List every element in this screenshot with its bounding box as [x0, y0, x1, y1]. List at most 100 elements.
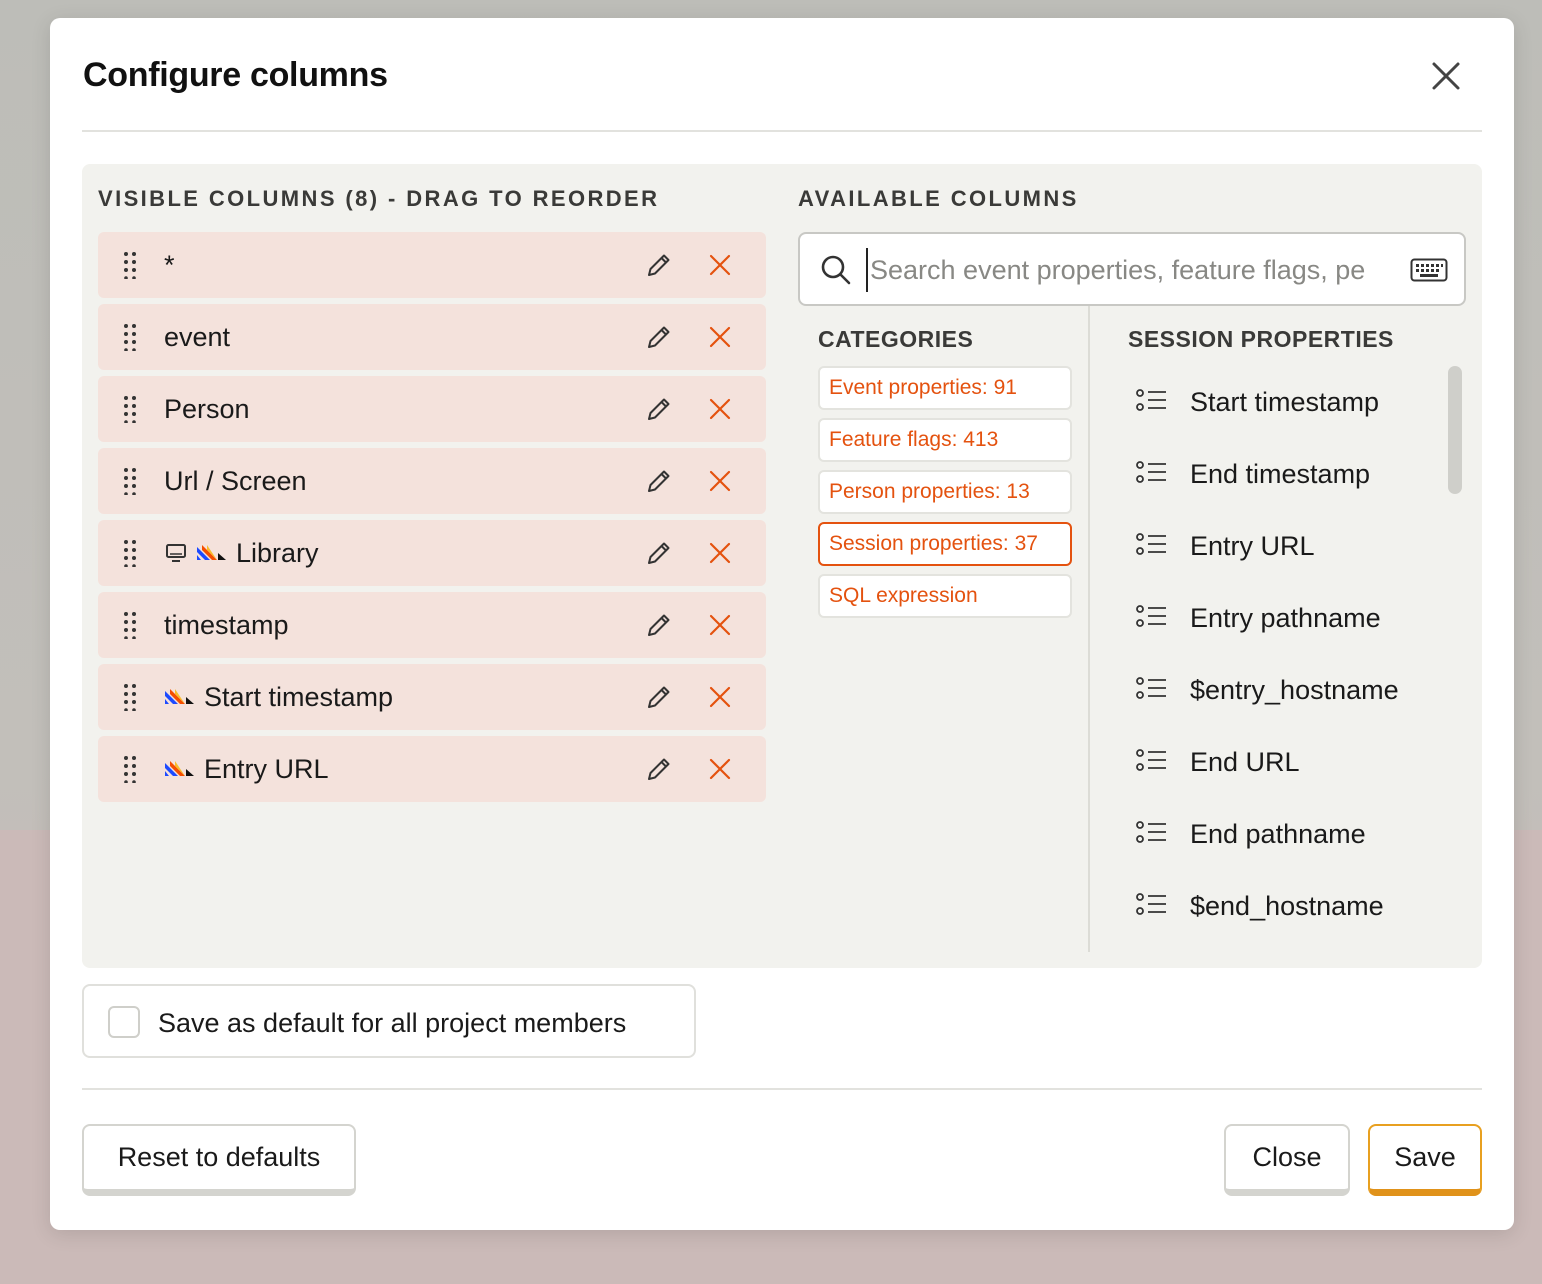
property-list-item[interactable]: End pathname	[1128, 798, 1448, 870]
remove-column-x-icon[interactable]	[708, 685, 732, 709]
drag-handle-icon[interactable]	[122, 683, 138, 712]
properties-header: SESSION PROPERTIES	[1128, 326, 1394, 352]
list-icon	[1136, 820, 1168, 848]
list-icon	[1136, 460, 1168, 488]
visible-column-row[interactable]: Start timestamp	[98, 664, 766, 730]
visible-column-row[interactable]: Url / Screen	[98, 448, 766, 514]
visible-columns-list: * event Person Url / Screen Library timestamp…	[98, 232, 766, 808]
search-input[interactable]	[866, 248, 1396, 292]
drag-handle-icon[interactable]	[122, 323, 138, 352]
close-button[interactable]: Close	[1224, 1124, 1350, 1196]
visible-column-text: Entry URL	[204, 753, 329, 784]
edit-column-pencil-icon[interactable]	[645, 323, 673, 351]
columns-panel: VISIBLE COLUMNS (8) - DRAG TO REORDER * e…	[82, 164, 1482, 968]
category-chip[interactable]: SQL expression	[818, 574, 1072, 618]
visible-column-row[interactable]: Library	[98, 520, 766, 586]
edit-column-pencil-icon[interactable]	[645, 755, 673, 783]
visible-column-text: timestamp	[164, 609, 289, 640]
visible-column-label: Library	[164, 520, 319, 586]
monitor-icon	[164, 541, 188, 565]
property-label: $entry_hostname	[1190, 674, 1399, 705]
edit-column-pencil-icon[interactable]	[645, 251, 673, 279]
drag-handle-icon[interactable]	[122, 755, 138, 784]
category-chip[interactable]: Person properties: 13	[818, 470, 1072, 514]
visible-column-text: Person	[164, 393, 250, 424]
property-label: Entry pathname	[1190, 602, 1381, 633]
visible-column-text: Library	[236, 537, 319, 568]
list-icon	[1136, 532, 1168, 560]
available-columns-header: AVAILABLE COLUMNS	[798, 186, 1079, 211]
drag-handle-icon[interactable]	[122, 611, 138, 640]
remove-column-x-icon[interactable]	[708, 757, 732, 781]
posthog-logo-icon	[164, 759, 196, 779]
property-label: Start timestamp	[1190, 386, 1380, 417]
save-default-checkbox[interactable]	[108, 1006, 140, 1038]
visible-column-label: Url / Screen	[164, 448, 307, 514]
list-icon	[1136, 676, 1168, 704]
visible-columns-header: VISIBLE COLUMNS (8) - DRAG TO REORDER	[98, 186, 660, 211]
edit-column-pencil-icon[interactable]	[645, 611, 673, 639]
drag-handle-icon[interactable]	[122, 467, 138, 496]
drag-handle-icon[interactable]	[122, 539, 138, 568]
property-label: End URL	[1190, 746, 1300, 777]
save-default-option[interactable]: Save as default for all project members	[82, 984, 696, 1058]
remove-column-x-icon[interactable]	[708, 253, 732, 277]
visible-column-row[interactable]: event	[98, 304, 766, 370]
drag-handle-icon[interactable]	[122, 395, 138, 424]
remove-column-x-icon[interactable]	[708, 541, 732, 565]
remove-column-x-icon[interactable]	[708, 397, 732, 421]
posthog-logo-icon	[164, 687, 196, 707]
property-label: $end_hostname	[1190, 890, 1384, 921]
list-icon	[1136, 892, 1168, 920]
save-button[interactable]: Save	[1368, 1124, 1482, 1196]
categories-header: CATEGORIES	[818, 326, 974, 352]
remove-column-x-icon[interactable]	[708, 613, 732, 637]
visible-column-text: *	[164, 249, 175, 280]
visible-column-text: event	[164, 321, 231, 352]
save-default-label: Save as default for all project members	[158, 1007, 627, 1038]
keyboard-icon[interactable]	[1410, 258, 1448, 282]
visible-column-row[interactable]: timestamp	[98, 592, 766, 658]
list-icon	[1136, 604, 1168, 632]
property-list-item[interactable]: Entry pathname	[1128, 582, 1448, 654]
visible-column-row[interactable]: Person	[98, 376, 766, 442]
reset-to-defaults-button[interactable]: Reset to defaults	[82, 1124, 356, 1196]
edit-column-pencil-icon[interactable]	[645, 395, 673, 423]
edit-column-pencil-icon[interactable]	[645, 683, 673, 711]
visible-column-label: Entry URL	[164, 736, 329, 802]
property-list-item[interactable]: $entry_hostname	[1128, 654, 1448, 726]
remove-column-x-icon[interactable]	[708, 325, 732, 349]
search-icon	[821, 255, 851, 285]
properties-list: Start timestamp End timestamp Entry URL Ent…	[1128, 366, 1448, 942]
remove-column-x-icon[interactable]	[708, 469, 732, 493]
property-list-item[interactable]: $end_hostname	[1128, 870, 1448, 942]
drag-handle-icon[interactable]	[122, 251, 138, 280]
visible-column-text: Start timestamp	[204, 681, 394, 712]
visible-column-row[interactable]: Entry URL	[98, 736, 766, 802]
footer-divider	[82, 1088, 1482, 1090]
property-list-item[interactable]: Entry URL	[1128, 510, 1448, 582]
visible-column-text: Url / Screen	[164, 465, 307, 496]
configure-columns-dialog: Configure columns VISIBLE COLUMNS (8) - …	[50, 18, 1514, 1230]
edit-column-pencil-icon[interactable]	[645, 467, 673, 495]
category-chip[interactable]: Feature flags: 413	[818, 418, 1072, 462]
property-list-item[interactable]: End timestamp	[1128, 438, 1448, 510]
category-chip[interactable]: Event properties: 91	[818, 366, 1072, 410]
visible-column-label: Start timestamp	[164, 664, 393, 730]
category-chip[interactable]: Session properties: 37	[818, 522, 1072, 566]
visible-column-label: event	[164, 304, 230, 370]
property-list-item[interactable]: Start timestamp	[1128, 366, 1448, 438]
close-icon[interactable]	[1426, 56, 1466, 96]
visible-column-label: Person	[164, 376, 250, 442]
visible-column-label: timestamp	[164, 592, 289, 658]
property-label: Entry URL	[1190, 530, 1315, 561]
visible-column-row[interactable]: *	[98, 232, 766, 298]
search-box	[798, 232, 1466, 306]
property-label: End pathname	[1190, 818, 1366, 849]
property-list-item[interactable]: End URL	[1128, 726, 1448, 798]
dialog-title: Configure columns	[83, 56, 388, 94]
list-icon	[1136, 388, 1168, 416]
edit-column-pencil-icon[interactable]	[645, 539, 673, 567]
header-divider	[82, 130, 1482, 132]
properties-scrollbar-thumb[interactable]	[1448, 366, 1462, 494]
